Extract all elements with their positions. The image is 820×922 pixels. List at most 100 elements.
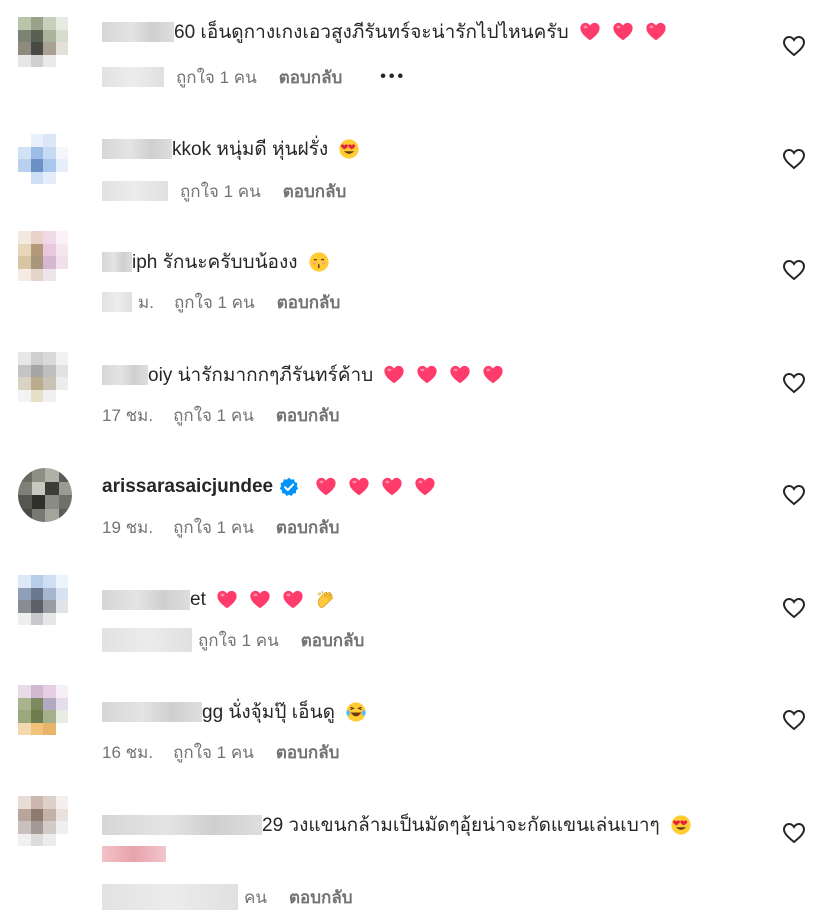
blurred-username[interactable] [102,22,174,42]
like-heart-icon[interactable] [782,35,806,57]
like-heart-icon[interactable] [782,372,806,394]
avatar[interactable] [18,17,68,67]
avatar-pixel [30,42,44,55]
avatar-pixel [18,243,31,257]
like-heart-icon[interactable] [782,822,806,844]
avatar[interactable] [18,231,68,281]
comment-line: arissarasaicjundee [102,472,437,502]
red-heart-emoji-icon [646,22,666,41]
avatar-pixel [31,481,46,496]
likes-count[interactable]: ถูกใจ 1 คน [173,739,254,766]
likes-count[interactable]: คน [244,884,267,911]
red-heart-emoji-icon [283,590,303,609]
comment-item: oiy น่ารักมากกๆภีรันทร์ค้าบ 17 ชม. ถูกใจ… [0,352,820,473]
likes-count[interactable]: ถูกใจ 1 คน [174,289,255,316]
emoji-group [328,138,361,160]
blurred-content [102,846,166,862]
avatar[interactable] [18,468,72,522]
comment-meta: 19 ชม. ถูกใจ 1 คน ตอบกลับ [102,515,339,539]
avatar-pixel [18,171,31,184]
comment-item: arissarasaicjundee 19 ชม. ถูกใจ 1 คน ตอบ… [0,468,820,585]
avatar-pixel [30,171,44,184]
like-heart-icon[interactable] [782,148,806,170]
blurred-username[interactable] [102,702,202,722]
avatar-pixel [55,575,68,588]
comment-text: iph รักนะครับบน้องง [132,252,298,273]
emoji-group [373,364,505,386]
avatar-pixel [43,389,56,402]
avatar-pixel [30,159,44,172]
avatar-pixel [43,710,56,723]
avatar-pixel [30,389,44,402]
avatar-pixel [30,134,44,147]
avatar[interactable] [18,796,68,846]
avatar[interactable] [18,134,68,184]
more-options-icon[interactable]: ••• [380,68,406,86]
avatar-pixel [18,685,31,698]
avatar-pixel [43,587,56,601]
comment-item: gg นั่งจุ้มปุ๊ เอ็นดู 16 ชม. ถูกใจ 1 คน … [0,685,820,810]
avatar-pixel [55,42,68,55]
blurred-username[interactable] [102,815,262,835]
avatar[interactable] [18,575,68,625]
blurred-username[interactable] [102,590,190,610]
avatar-pixel [55,722,68,735]
like-heart-icon[interactable] [782,259,806,281]
reply-button[interactable]: ตอบกลับ [289,884,353,911]
avatar-pixel [55,833,68,846]
avatar-pixel [55,243,68,257]
avatar-pixel [43,159,56,172]
comment-text: 60 เอ็นดูกางเกงเอวสูงภีรันทร์จะน่ารักไปไ… [174,22,569,43]
avatar-pixel [30,243,44,257]
emoji-group [569,21,668,43]
likes-count[interactable]: ถูกใจ 1 คน [198,627,279,654]
avatar-pixel [43,146,56,160]
blurred-username[interactable] [102,365,148,385]
avatar[interactable] [18,685,68,735]
blurred-username[interactable] [102,139,172,159]
blurred-username[interactable] [102,252,132,272]
likes-count[interactable]: ถูกใจ 1 คน [180,178,261,205]
avatar-pixel [55,268,68,281]
avatar-pixel [55,389,68,402]
comment-item: kkok หนุ่มดี หุ่นฝรั่ง ถูกใจ 1 คน ตอบกลั… [0,134,820,247]
avatar-pixel [43,256,56,269]
comment-line: gg นั่งจุ้มปุ๊ เอ็นดู [102,697,368,727]
avatar-pixel [31,468,46,482]
avatar-pixel [18,821,31,834]
avatar-pixel [58,481,72,496]
like-heart-icon[interactable] [782,597,806,619]
clapping-hands-emoji-icon [317,591,333,608]
red-heart-emoji-icon [384,365,404,384]
avatar-pixel [43,134,56,147]
verified-badge-icon [279,477,299,496]
avatar-pixel [30,54,44,67]
reply-button[interactable]: ตอบกลับ [283,178,347,205]
like-heart-icon[interactable] [782,484,806,506]
username[interactable]: arissarasaicjundee [102,476,273,498]
timestamp: ม. [138,292,154,312]
like-heart-icon[interactable] [782,709,806,731]
reply-button[interactable]: ตอบกลับ [276,402,340,429]
avatar-pixel [58,495,72,509]
avatar-pixel [55,29,68,43]
reply-button[interactable]: ตอบกลับ [279,64,343,91]
likes-count[interactable]: ถูกใจ 1 คน [173,402,254,429]
reply-button[interactable]: ตอบกลับ [277,289,341,316]
kissing-face-emoji-icon [308,252,329,272]
avatar-pixel [30,352,44,365]
reply-button[interactable]: ตอบกลับ [276,514,340,541]
avatar-pixel [55,377,68,390]
avatar-pixel [18,134,31,147]
reply-button[interactable]: ตอบกลับ [301,627,365,654]
emoji-group [335,701,368,723]
reply-button[interactable]: ตอบกลับ [276,739,340,766]
likes-count[interactable]: ถูกใจ 1 คน [173,514,254,541]
avatar-pixel [55,17,68,30]
avatar-pixel [43,697,56,711]
avatar[interactable] [18,352,68,402]
avatar-pixel [43,231,56,244]
comment-text: 29 วงแขนกล้ามเป็นมัดๆอุ้ยน่าจะกัดแขนเล่น… [262,815,660,836]
likes-count[interactable]: ถูกใจ 1 คน [176,64,257,91]
avatar-pixel [55,256,68,269]
